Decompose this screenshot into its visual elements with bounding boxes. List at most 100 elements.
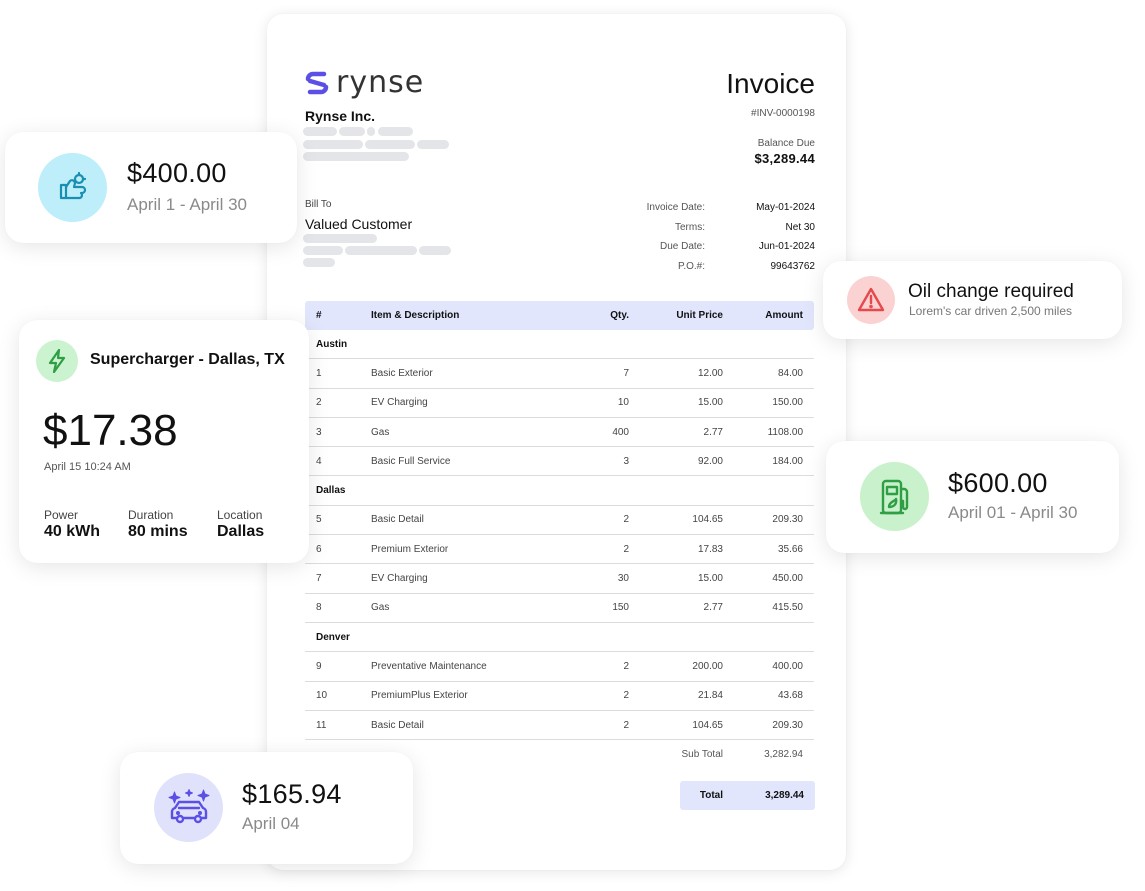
balance-due-label: Balance Due	[757, 138, 815, 149]
charging-timestamp: April 15 10:24 AM	[44, 461, 131, 473]
invoice-sheet: rynse Rynse Inc. Invoice #INV-0000198 Ba…	[267, 14, 846, 870]
column-header: #	[316, 310, 322, 321]
column-header: Amount	[765, 310, 803, 321]
column-header: Item & Description	[371, 310, 460, 321]
invoice-title: Invoice	[726, 68, 815, 99]
table-cell: 184.00	[772, 455, 803, 467]
table-group-header: Dallas	[305, 476, 814, 506]
table-cell: 2.77	[703, 426, 723, 438]
bill-to-name: Valued Customer	[305, 216, 413, 232]
table-cell: Basic Detail	[371, 719, 424, 731]
stat-duration: Duration 80 mins	[128, 508, 188, 541]
table-cell: PremiumPlus Exterior	[371, 690, 468, 702]
table-cell: 21.84	[697, 690, 723, 702]
charging-session-card[interactable]: Supercharger - Dallas, TX $17.38 April 1…	[19, 320, 309, 563]
table-cell: 8	[316, 602, 322, 614]
car-wash-card[interactable]: $165.94 April 04	[120, 752, 413, 864]
table-cell: Gas	[371, 602, 390, 614]
brand-logo: rynse	[304, 65, 425, 100]
service-spend-card[interactable]: $400.00 April 1 - April 30	[5, 132, 297, 243]
table-cell: 400	[612, 426, 629, 438]
fuel-period: April 01 - April 30	[948, 503, 1078, 522]
meta-value: Jun-01-2024	[758, 241, 815, 253]
redacted-address	[303, 127, 337, 136]
table-cell: 6	[316, 543, 322, 555]
table-cell: 11	[316, 719, 327, 731]
logo-text: rynse	[336, 65, 425, 100]
fuel-pump-icon	[879, 479, 908, 514]
table-cell: 209.30	[772, 514, 803, 526]
table-cell: 35.66	[777, 543, 803, 555]
stat-value: Dallas	[217, 523, 265, 540]
rynse-logo-icon	[305, 71, 329, 95]
table-group-header: Denver	[305, 623, 814, 653]
table-cell: 150.00	[772, 397, 803, 409]
invoice-number: #INV-0000198	[751, 108, 815, 119]
fuel-spend-card[interactable]: $600.00 April 01 - April 30	[826, 441, 1119, 553]
table-cell: 17.83	[697, 543, 723, 555]
table-cell: 30	[617, 573, 629, 585]
redacted-address	[365, 140, 415, 149]
stat-label: Duration	[128, 508, 174, 522]
fuel-amount: $600.00	[948, 468, 1048, 498]
redacted-address	[303, 152, 409, 161]
wash-icon-badge	[154, 773, 223, 842]
stat-value: 80 mins	[128, 523, 188, 540]
table-cell: 9	[316, 660, 322, 672]
total-row: Total 3,289.44	[680, 781, 815, 810]
bill-to-label: Bill To	[305, 199, 332, 210]
table-cell: 2	[623, 514, 629, 526]
table-cell: 15.00	[697, 397, 723, 409]
wash-period: April 04	[242, 814, 300, 833]
table-cell: Premium Exterior	[371, 543, 449, 555]
service-period: April 1 - April 30	[127, 195, 247, 214]
fuel-icon-badge	[860, 462, 929, 531]
invoice-meta: Invoice Date: May-01-2024 Terms: Net 30 …	[575, 198, 815, 276]
charger-icon-badge	[36, 340, 78, 382]
redacted-address	[417, 140, 449, 149]
table-cell: Gas	[371, 426, 390, 438]
table-cell: 43.68	[777, 690, 803, 702]
line-items-table: # Item & Description Qty. Unit Price Amo…	[305, 301, 814, 769]
oil-change-alert-card[interactable]: Oil change required Lorem's car driven 2…	[823, 261, 1122, 339]
redacted-customer-address	[303, 246, 343, 255]
table-cell: 2	[623, 690, 629, 702]
table-cell: 2	[316, 397, 322, 409]
stat-label: Power	[44, 508, 79, 522]
warning-triangle-icon	[857, 287, 885, 312]
table-cell: EV Charging	[371, 573, 428, 585]
table-row: 6 Premium Exterior 2 17.83 35.66	[305, 535, 814, 565]
charger-location-title: Supercharger - Dallas, TX	[90, 351, 285, 368]
redacted-address	[339, 127, 365, 136]
table-row: 4 Basic Full Service 3 92.00 184.00	[305, 447, 814, 477]
table-cell: 15.00	[697, 573, 723, 585]
table-cell: 2.77	[703, 602, 723, 614]
table-header: # Item & Description Qty. Unit Price Amo…	[305, 301, 814, 330]
table-cell: 104.65	[692, 514, 723, 526]
alert-icon-badge	[847, 276, 895, 324]
company-name: Rynse Inc.	[305, 108, 376, 124]
meta-label: Due Date:	[659, 241, 705, 253]
table-cell: 2	[623, 660, 629, 672]
redacted-address	[303, 140, 363, 149]
alert-title: Oil change required	[908, 281, 1074, 302]
table-cell: 10	[617, 397, 629, 409]
table-row: 9 Preventative Maintenance 2 200.00 400.00	[305, 652, 814, 682]
table-cell: 450.00	[772, 573, 803, 585]
table-cell: 10	[316, 690, 328, 702]
table-group-header: Austin	[305, 330, 814, 360]
table-cell: 4	[316, 455, 322, 467]
table-row: 11 Basic Detail 2 104.65 209.30	[305, 711, 814, 741]
table-cell: 12.00	[697, 367, 723, 379]
meta-value: Net 30	[785, 221, 815, 233]
table-cell: 1	[316, 367, 322, 379]
meta-value: May-01-2024	[756, 202, 815, 214]
meta-row-due-date: Due Date: Jun-01-2024	[575, 237, 815, 257]
table-cell: 2	[623, 543, 629, 555]
table-row: 8 Gas 150 2.77 415.50	[305, 594, 814, 623]
table-cell: 400.00	[772, 660, 803, 672]
table-row: 5 Basic Detail 2 104.65 209.30	[305, 506, 814, 536]
service-amount: $400.00	[127, 158, 227, 188]
wrench-hand-icon	[59, 171, 86, 199]
stat-value: 40 kWh	[44, 523, 101, 540]
